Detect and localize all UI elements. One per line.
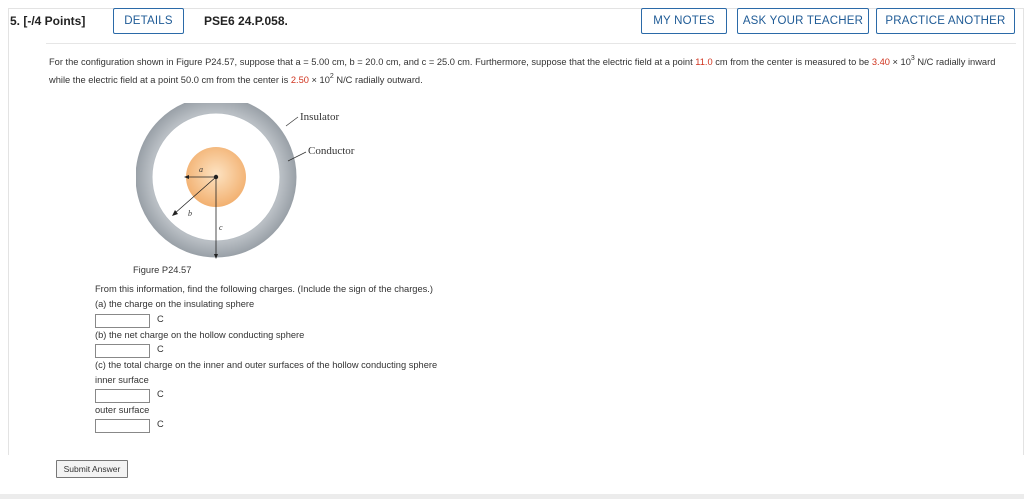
- conductor-label: Conductor: [308, 145, 355, 157]
- answer-inner-unit: C: [157, 389, 164, 399]
- ask-your-teacher-button[interactable]: ASK YOUR TEACHER: [737, 8, 869, 34]
- inner-surface-label: inner surface: [95, 375, 149, 385]
- answer-outer-unit: C: [157, 419, 164, 429]
- answer-b-input[interactable]: [95, 344, 150, 358]
- label-c: c: [219, 223, 223, 232]
- problem-id: PSE6 24.P.058.: [204, 14, 288, 28]
- question-a-label: (a) the charge on the insulating sphere: [95, 299, 255, 309]
- answer-outer-input[interactable]: [95, 419, 150, 433]
- field2-multiplier: × 10: [308, 75, 330, 85]
- figure-p24-57: a b c Insulator Conductor: [136, 103, 355, 259]
- question-b-label: (b) the net charge on the hollow conduct…: [95, 330, 305, 340]
- field1-value: 3.40: [871, 57, 890, 67]
- insulator-label: Insulator: [300, 111, 339, 123]
- distance-value: 11.0: [695, 57, 713, 67]
- answer-inner-input[interactable]: [95, 389, 150, 403]
- problem-text-4: N/C radially outward.: [333, 75, 423, 85]
- question-instruction: From this information, find the followin…: [95, 284, 433, 294]
- insulator-leader: [285, 116, 299, 127]
- field2-value: 2.50: [290, 75, 309, 85]
- label-b: b: [188, 209, 192, 218]
- details-button[interactable]: DETAILS: [113, 8, 184, 34]
- practice-another-button[interactable]: PRACTICE ANOTHER: [876, 8, 1015, 34]
- figure-caption: Figure P24.57: [133, 265, 192, 275]
- my-notes-button[interactable]: MY NOTES: [641, 8, 727, 34]
- problem-text-2: cm from the center is measured to be: [712, 57, 872, 67]
- header-divider: [46, 43, 1016, 44]
- label-a: a: [199, 165, 203, 174]
- answer-a-input[interactable]: [95, 314, 150, 328]
- field2-exponent: 2: [329, 73, 334, 80]
- question-number: 5. [-/4 Points]: [10, 14, 86, 28]
- problem-text-1: For the configuration shown in Figure P2…: [49, 57, 696, 67]
- field1-exponent: 3: [910, 55, 915, 62]
- bottom-divider: [0, 494, 1024, 499]
- outer-surface-label: outer surface: [95, 405, 150, 415]
- question-c-label: (c) the total charge on the inner and ou…: [95, 360, 438, 370]
- submit-answer-button[interactable]: Submit Answer: [56, 460, 128, 478]
- problem-statement: For the configuration shown in Figure P2…: [49, 53, 1009, 89]
- answer-b-unit: C: [157, 344, 164, 354]
- answer-a-unit: C: [157, 314, 164, 324]
- field1-multiplier: × 10: [889, 57, 911, 67]
